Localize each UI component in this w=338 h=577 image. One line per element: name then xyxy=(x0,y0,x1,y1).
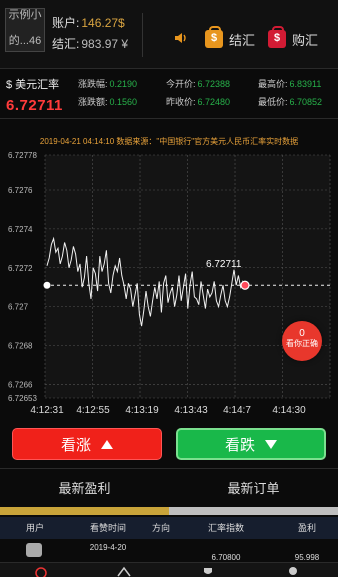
y-tick-label: 6.72778 xyxy=(8,151,37,160)
y-tick-label: 6.7268 xyxy=(8,342,33,351)
stat-change-amt: 涨跌额: 0.1560 xyxy=(78,97,138,107)
symbol-block: $ 美元汇率 6.72711 xyxy=(6,76,66,114)
symbol-name: $ 美元汇率 xyxy=(6,79,60,91)
arrow-up-icon xyxy=(101,439,113,449)
tab-indicator-inactive xyxy=(169,507,338,515)
header-divider xyxy=(0,68,338,69)
current-price-label: 6.72711 xyxy=(206,259,242,270)
x-tick-label: 4:12:31 xyxy=(30,405,64,416)
tab-latest-orders[interactable]: 最新订单 xyxy=(169,474,338,504)
purchase-bag-icon xyxy=(268,26,286,48)
y-tick-label: 6.7274 xyxy=(8,225,33,234)
stat-low: 最低价: 6.70852 xyxy=(258,97,323,107)
exchange-bag-icon xyxy=(205,26,223,48)
home-icon[interactable] xyxy=(34,565,48,577)
records-tabs: 最新盈利 最新订单 xyxy=(0,474,338,504)
quote-divider xyxy=(0,118,338,119)
speaker-icon[interactable] xyxy=(174,31,188,45)
chart-title: 2019-04-21 04:14:10 数据来源："中国银行"官方美元人民币汇率… xyxy=(39,137,299,146)
account-label: 账户: xyxy=(52,16,80,30)
avatar-id-line: 的...46 xyxy=(8,35,42,47)
trophy-icon[interactable] xyxy=(201,565,215,577)
row-direction xyxy=(146,540,176,562)
header-bar: 示例小 的...46 账户:146.27$ 结汇:983.97 ¥ 结汇 购汇 xyxy=(0,0,338,68)
badge-label: 看你正确 xyxy=(286,339,318,348)
market-icon[interactable] xyxy=(117,565,131,577)
buy-fx-button[interactable]: 购汇 xyxy=(268,25,318,53)
y-tick-label: 6.727 xyxy=(8,303,29,312)
arrow-down-icon xyxy=(265,439,277,449)
avatar-name-line: 示例小 xyxy=(8,9,42,21)
stat-change-pct: 涨跌幅: 0.2190 xyxy=(78,79,138,89)
buttons-divider xyxy=(0,468,338,469)
buy-down-label: 看跌 xyxy=(224,436,255,454)
user-avatar[interactable]: 示例小 的...46 xyxy=(5,8,45,52)
settle-label: 结汇: xyxy=(52,37,80,51)
stat-high: 最高价: 6.83911 xyxy=(258,79,322,89)
x-tick-label: 4:13:43 xyxy=(174,405,208,416)
current-price: 6.72711 xyxy=(6,97,63,114)
settle-button[interactable]: 结汇 xyxy=(205,25,255,53)
current-price-marker xyxy=(240,280,250,290)
col-profit: 盈利 xyxy=(297,523,316,533)
settle-button-label: 结汇 xyxy=(229,32,256,48)
buy-fx-button-label: 购汇 xyxy=(292,32,319,48)
account-info: 账户: 146.27$ 结汇: 983.97 ¥ xyxy=(52,13,143,57)
quote-panel: $ 美元汇率 6.72711 涨跌幅: 0.2190 今开价: 6.72388 最高… xyxy=(0,70,338,116)
col-direction: 方向 xyxy=(151,523,170,533)
tab-latest-profit[interactable]: 最新盈利 xyxy=(0,474,169,504)
tab-indicator-active xyxy=(0,507,169,515)
x-tick-label: 4:14:30 xyxy=(272,405,306,416)
x-tick-label: 4:14:7 xyxy=(223,405,251,416)
col-user: 用户 xyxy=(25,523,44,533)
bottom-nav xyxy=(0,562,338,577)
x-tick-label: 4:13:19 xyxy=(125,405,159,416)
buy-up-button[interactable]: 看涨 xyxy=(12,428,162,460)
buy-up-label: 看涨 xyxy=(60,436,91,454)
settle-balance-row: 结汇: 983.97 ¥ xyxy=(52,34,142,55)
y-tick-label: 6.7272 xyxy=(8,264,33,273)
stat-prev-close: 昨收价: 6.72480 xyxy=(166,97,231,107)
profile-icon[interactable] xyxy=(286,565,300,577)
chart-canvas: 6.72778 6.7276 6.7274 6.7272 6.727 6.7268 6.72… xyxy=(8,151,331,416)
buy-down-button[interactable]: 看跌 xyxy=(176,428,326,460)
col-index: 汇率指数 xyxy=(207,523,244,533)
y-tick-label: 6.7266 xyxy=(8,380,33,389)
current-price-start-dot xyxy=(43,281,51,289)
table-header: 用户 看赞时间 方向 汇率指数 盈利 xyxy=(0,517,338,539)
row-time: 2019-4-20 xyxy=(89,543,127,552)
stat-open: 今开价: 6.72388 xyxy=(166,79,231,89)
col-time: 看赞时间 xyxy=(89,523,126,533)
win-count-badge[interactable]: 0 看你正确 xyxy=(282,321,322,361)
table-row: 2019-4-20 6.70800 95.998 xyxy=(0,540,338,562)
x-tick-label: 4:12:55 xyxy=(76,405,110,416)
price-chart: 6.72778 6.7276 6.7274 6.7272 6.727 6.7268 6.72… xyxy=(0,128,338,425)
account-balance-row: 账户: 146.27$ xyxy=(52,13,142,34)
settle-value: 983.97 ¥ xyxy=(81,37,129,51)
account-value: 146.27$ xyxy=(81,16,125,30)
y-tick-label: 6.72653 xyxy=(8,394,37,403)
badge-count: 0 xyxy=(299,328,305,339)
y-tick-label: 6.7276 xyxy=(8,186,33,195)
